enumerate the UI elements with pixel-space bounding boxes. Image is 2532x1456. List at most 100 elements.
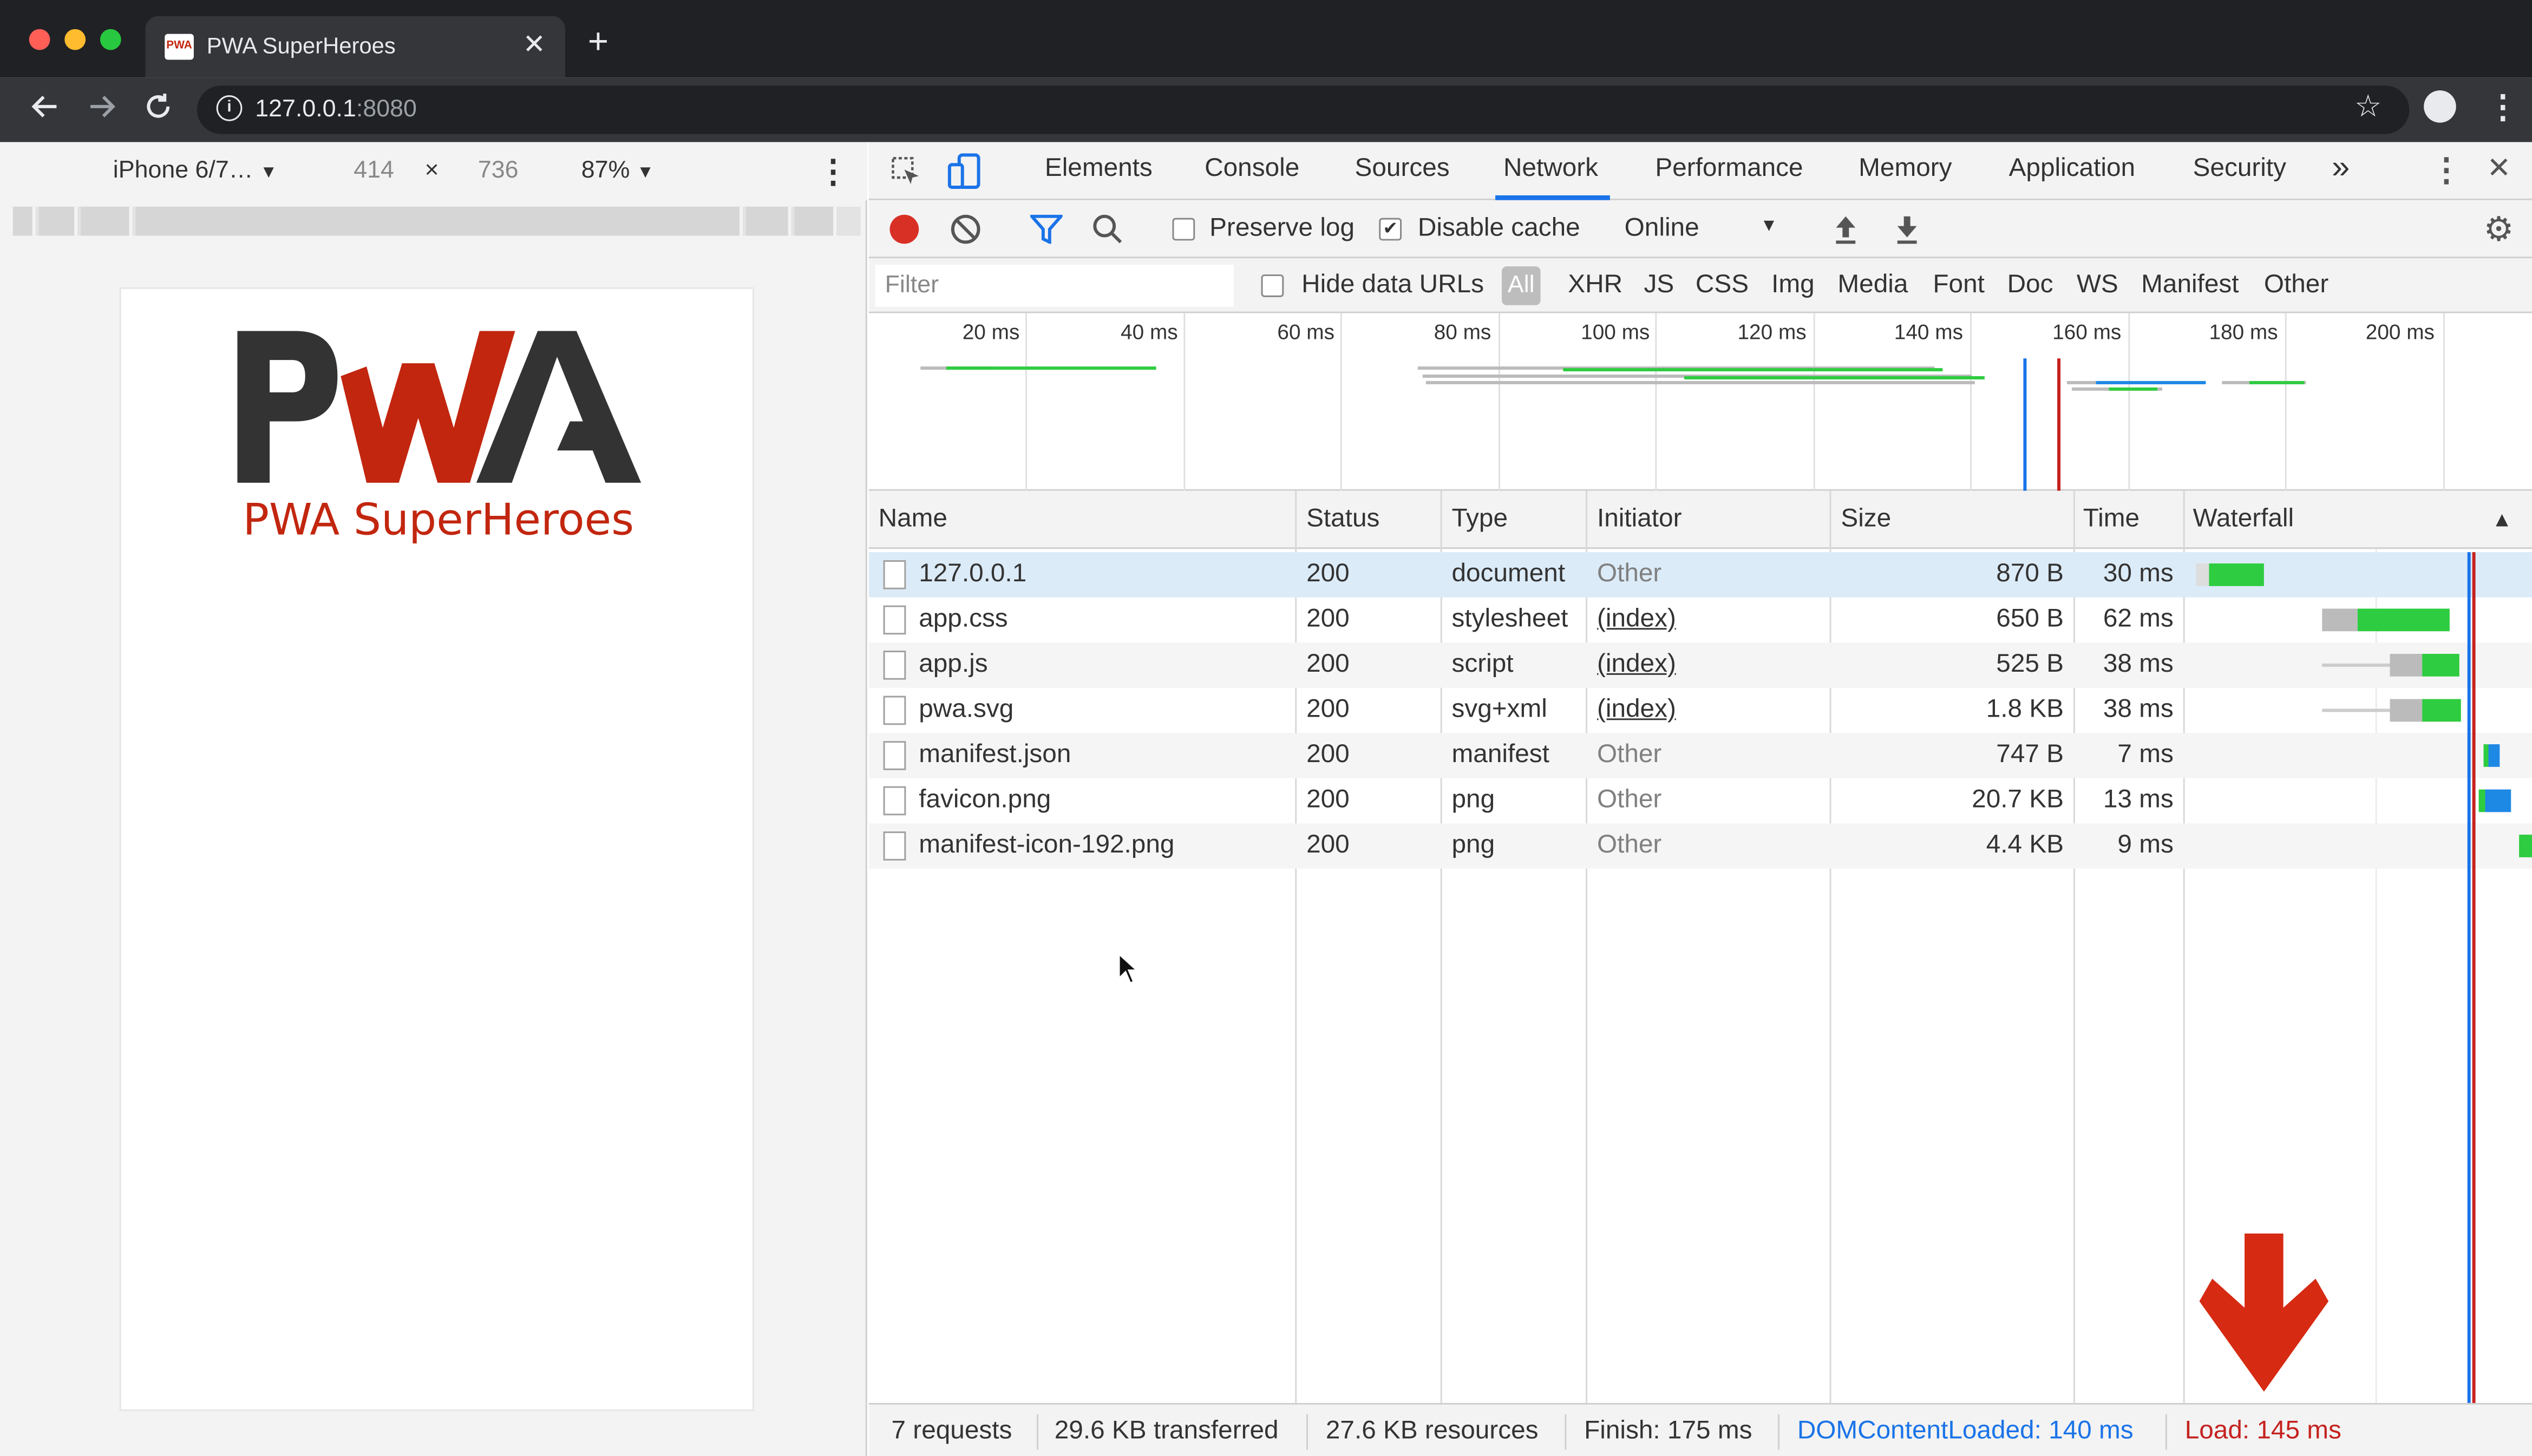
profile-icon[interactable]: [2424, 90, 2456, 123]
column-header-time[interactable]: Time: [2083, 506, 2140, 535]
type-filter-xhr[interactable]: XHR: [1568, 271, 1622, 300]
ruler-segment[interactable]: [746, 206, 791, 236]
request-type: stylesheet: [1451, 605, 1568, 633]
column-header-type[interactable]: Type: [1452, 506, 1508, 535]
type-filter-doc[interactable]: Doc: [2007, 271, 2053, 300]
ruler-segment[interactable]: [12, 206, 36, 236]
filter-input[interactable]: Filter: [875, 265, 1234, 307]
grid-line: [1183, 313, 1186, 491]
tab-console[interactable]: Console: [1205, 155, 1299, 184]
request-initiator: Other: [1597, 560, 1662, 588]
zoom-select[interactable]: 87% ▼: [581, 156, 655, 184]
new-tab-button[interactable]: +: [588, 21, 609, 63]
throttling-select[interactable]: Online ▼: [1625, 215, 1778, 244]
request-initiator: Other: [1597, 786, 1662, 814]
type-filter-ws[interactable]: WS: [2077, 271, 2118, 300]
type-filter-manifest[interactable]: Manifest: [2141, 271, 2239, 300]
waterfall-bar: [2322, 663, 2390, 667]
request-row[interactable]: app.js 200 script (index) 525 B 38 ms: [868, 642, 2532, 688]
waterfall-bar: [2196, 563, 2209, 586]
device-height-input[interactable]: 736: [478, 156, 519, 184]
hide-data-urls-checkbox[interactable]: [1261, 274, 1284, 297]
request-time: 38 ms: [2103, 696, 2174, 724]
type-filter-css[interactable]: CSS: [1696, 271, 1749, 300]
preserve-log-label: Preserve log: [1209, 214, 1355, 242]
network-overview-timeline[interactable]: 20 ms 40 ms 60 ms 80 ms 100 ms 120 ms 14…: [868, 313, 2532, 491]
request-initiator-link[interactable]: (index): [1597, 651, 1676, 680]
request-row[interactable]: pwa.svg 200 svg+xml (index) 1.8 KB 38 ms: [869, 688, 2532, 733]
export-har-icon[interactable]: [1894, 213, 1920, 254]
request-row[interactable]: app.css 200 stylesheet (index) 650 B 62 …: [869, 598, 2532, 643]
type-filter-other[interactable]: Other: [2264, 271, 2328, 300]
tab-close-icon[interactable]: ✕: [523, 29, 546, 62]
type-filter-media[interactable]: Media: [1837, 271, 1908, 300]
tab-memory[interactable]: Memory: [1859, 155, 1952, 184]
ruler-segment[interactable]: [794, 206, 837, 236]
request-time: 9 ms: [2117, 831, 2174, 859]
device-select[interactable]: iPhone 6/7… ▼: [113, 156, 278, 184]
ruler-segment[interactable]: [135, 206, 743, 236]
request-row[interactable]: 127.0.0.1 200 document Other 870 B 30 ms: [868, 552, 2532, 598]
record-icon[interactable]: [889, 214, 919, 244]
dom-content-loaded-line: [2467, 552, 2471, 1403]
url-host: 127.0.0.1: [255, 95, 356, 123]
ruler-segment[interactable]: [38, 206, 78, 236]
request-row[interactable]: manifest-icon-192.png 200 png Other 4.4 …: [868, 823, 2532, 869]
waterfall-bar: [2485, 789, 2511, 812]
overview-tick-label: 80 ms: [1434, 319, 1491, 344]
import-har-icon[interactable]: [1833, 213, 1859, 254]
tab-network[interactable]: Network: [1503, 155, 1598, 184]
filter-icon[interactable]: [1028, 214, 1065, 252]
column-header-status[interactable]: Status: [1306, 506, 1379, 535]
ruler-segment[interactable]: [81, 206, 133, 236]
overview-tick-label: 120 ms: [1737, 319, 1807, 344]
browser-tab[interactable]: PWA PWA SuperHeroes ✕: [145, 16, 565, 78]
disable-cache-checkbox[interactable]: ✔: [1379, 218, 1402, 241]
media-query-ruler[interactable]: [12, 206, 861, 236]
preserve-log-checkbox[interactable]: [1172, 218, 1195, 241]
request-initiator-link[interactable]: (index): [1597, 696, 1676, 725]
sort-ascending-icon[interactable]: ▲: [2491, 507, 2512, 532]
maximize-window-button[interactable]: [100, 29, 121, 50]
close-window-button[interactable]: [29, 29, 50, 50]
clear-icon[interactable]: [950, 213, 982, 254]
address-bar[interactable]: i 127.0.0.1:8080: [197, 86, 2410, 134]
request-size: 870 B: [1996, 560, 2064, 588]
inspect-element-icon[interactable]: [890, 155, 922, 195]
type-filter-js[interactable]: JS: [1644, 271, 1674, 300]
info-icon[interactable]: i: [216, 95, 243, 121]
column-header-name[interactable]: Name: [879, 506, 947, 535]
more-tabs-icon[interactable]: »: [2332, 150, 2350, 187]
request-row[interactable]: manifest.json 200 manifest Other 747 B 7…: [868, 733, 2532, 778]
column-header-initiator[interactable]: Initiator: [1597, 506, 1682, 535]
tab-application[interactable]: Application: [2009, 155, 2135, 184]
tab-performance[interactable]: Performance: [1655, 155, 1803, 184]
type-filter-all[interactable]: All: [1501, 266, 1541, 305]
resources-size: 27.6 KB resources: [1325, 1417, 1539, 1445]
tab-elements[interactable]: Elements: [1045, 155, 1153, 184]
devtools-menu-icon[interactable]: ⋮: [2430, 150, 2463, 191]
column-header-size[interactable]: Size: [1841, 506, 1891, 535]
kebab-menu-icon[interactable]: ⋮: [2487, 87, 2519, 128]
overview-request-bar: [1684, 376, 1985, 379]
reload-icon[interactable]: [142, 90, 174, 133]
type-filter-font[interactable]: Font: [1933, 271, 1984, 300]
device-more-icon[interactable]: ⋮: [817, 152, 849, 192]
search-icon[interactable]: [1091, 213, 1124, 254]
request-initiator-link[interactable]: (index): [1597, 606, 1676, 635]
back-icon[interactable]: [29, 90, 62, 133]
devtools-close-icon[interactable]: ✕: [2487, 152, 2511, 186]
request-row[interactable]: favicon.png 200 png Other 20.7 KB 13 ms: [869, 778, 2532, 824]
column-header-waterfall[interactable]: Waterfall: [2193, 506, 2294, 535]
forward-icon[interactable]: [86, 90, 118, 133]
network-filter-bar: Filter Hide data URLs All XHR JS CSS Img…: [868, 258, 2532, 313]
star-icon[interactable]: ☆: [2354, 89, 2382, 126]
minimize-window-button[interactable]: [64, 29, 86, 50]
request-initiator: Other: [1597, 741, 1662, 769]
type-filter-img[interactable]: Img: [1771, 271, 1815, 300]
device-toolbar-toggle-icon[interactable]: [946, 152, 982, 199]
device-width-input[interactable]: 414: [354, 156, 394, 184]
tab-security[interactable]: Security: [2193, 155, 2286, 184]
settings-gear-icon[interactable]: ⚙: [2484, 210, 2514, 251]
tab-sources[interactable]: Sources: [1355, 155, 1450, 184]
